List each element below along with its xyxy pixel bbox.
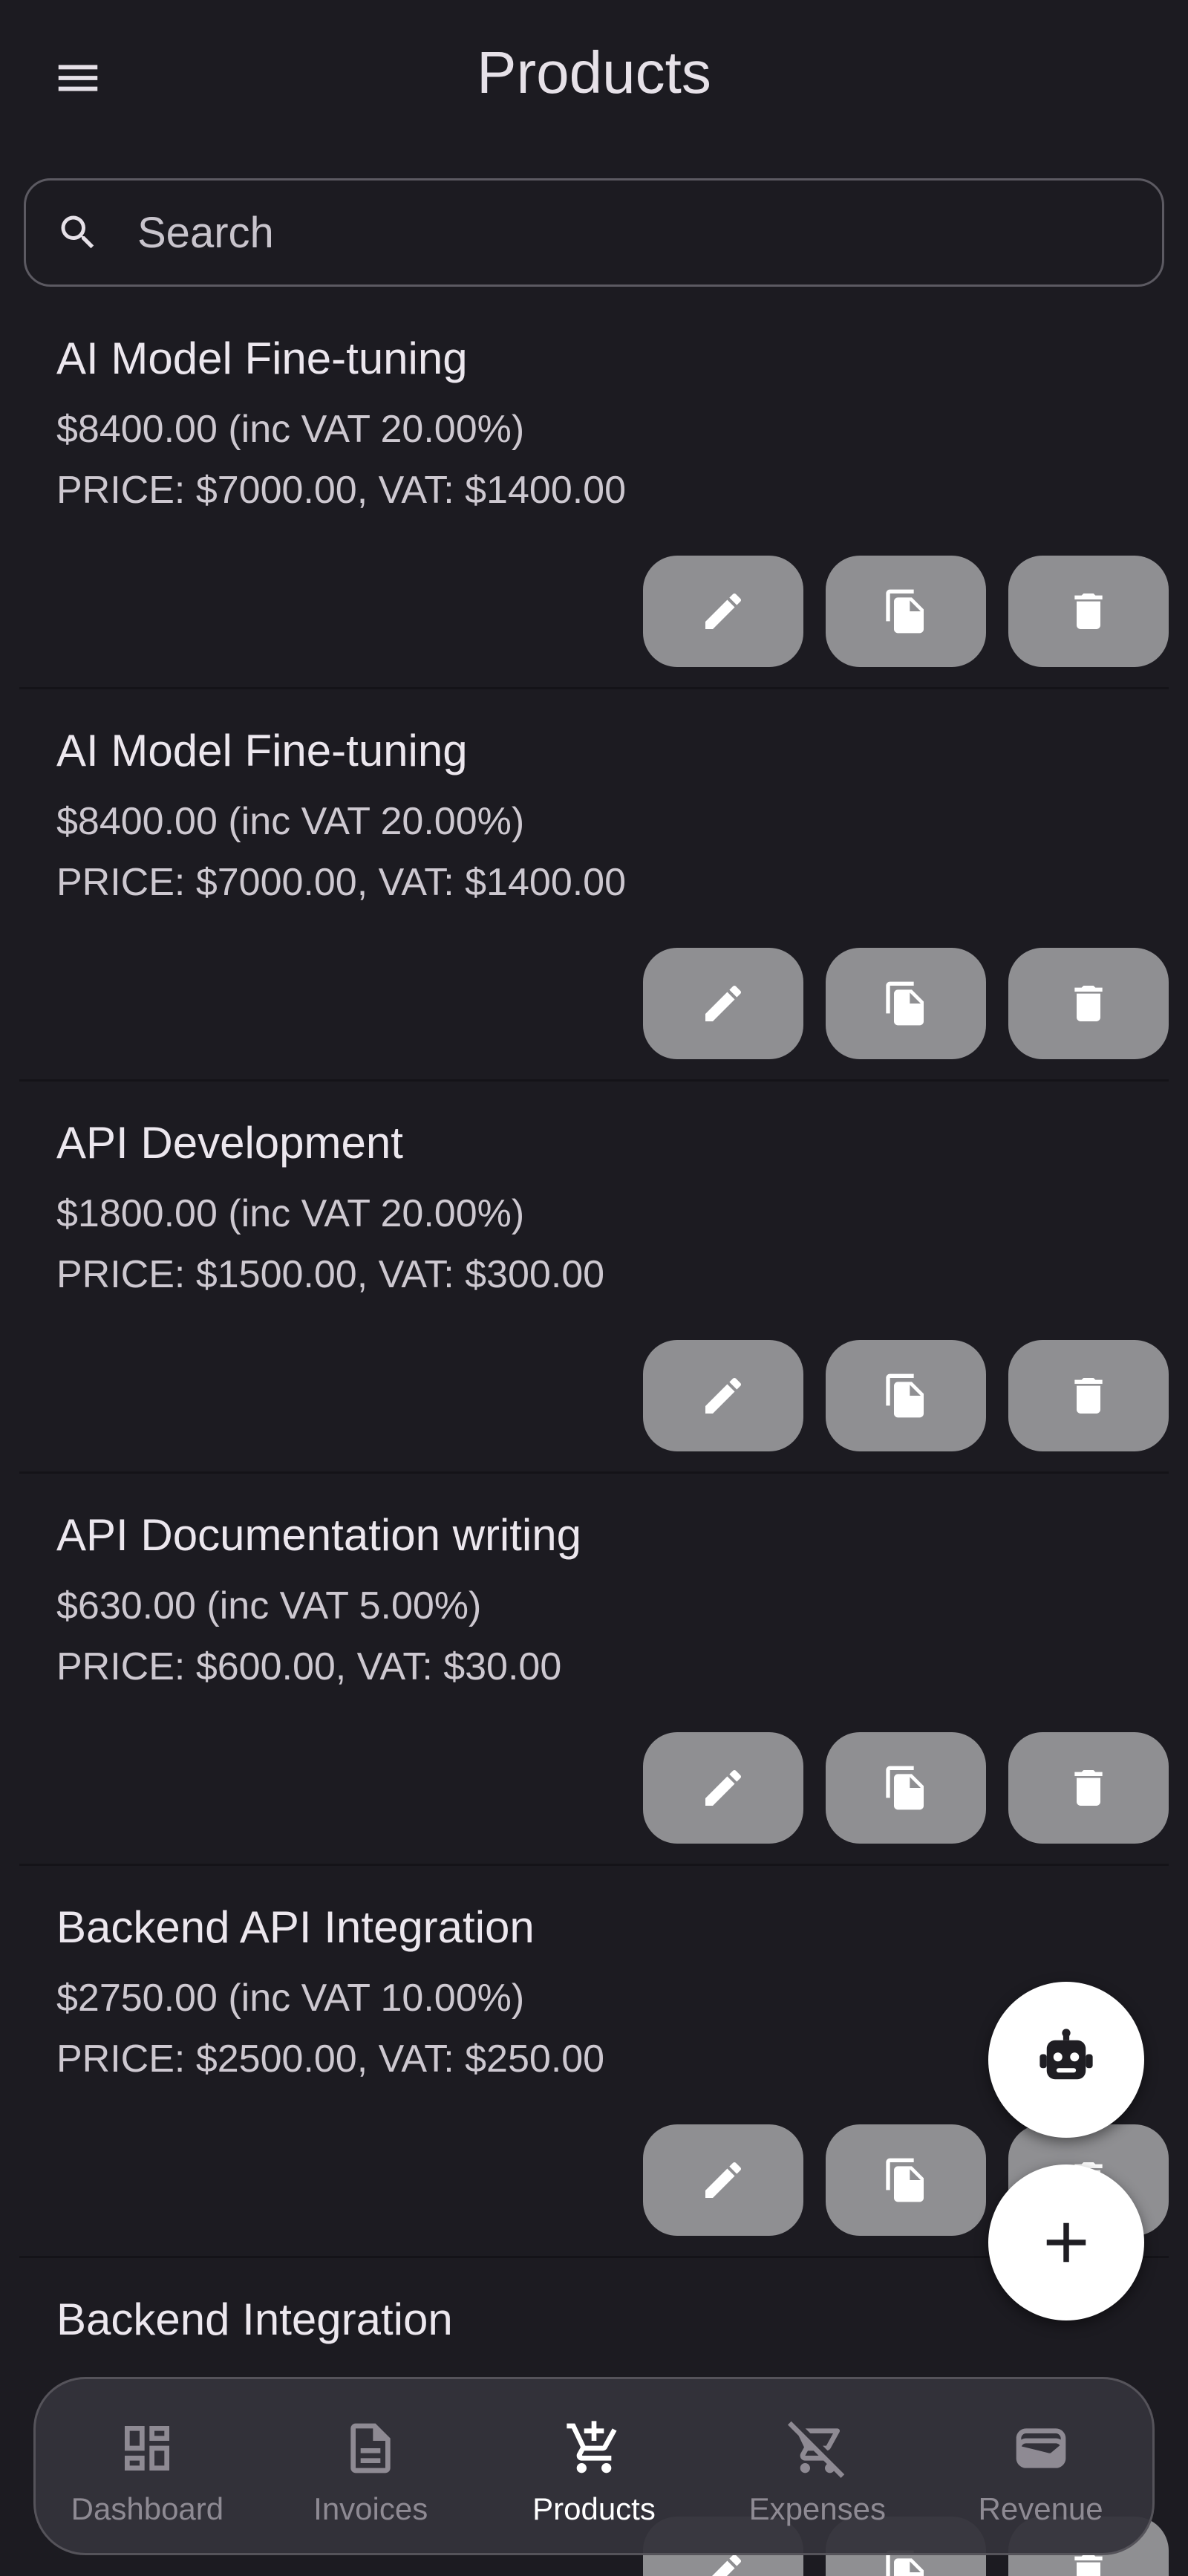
product-price-breakdown: PRICE: $600.00, VAT: $30.00	[56, 1645, 562, 1688]
product-gross-price: $8400.00 (inc VAT 20.00%)	[56, 408, 525, 451]
trash-icon	[1074, 593, 1103, 629]
wallet-icon	[1016, 2428, 1065, 2468]
duplicate-button[interactable]	[826, 556, 986, 667]
edit-button[interactable]	[643, 556, 803, 667]
product-name: API Development	[56, 1118, 403, 1168]
nav-item-expenses[interactable]: Expenses	[705, 2379, 929, 2553]
app-bar: Products	[0, 0, 1188, 156]
edit-icon	[705, 593, 742, 629]
nav-item-dashboard[interactable]: Dashboard	[36, 2379, 259, 2553]
cart-add-icon	[567, 2421, 617, 2473]
copy-icon	[886, 1373, 924, 1418]
edit-button[interactable]	[643, 948, 803, 1059]
product-actions	[643, 1340, 1169, 1451]
copy-icon	[886, 1766, 924, 1810]
edit-icon	[705, 2162, 742, 2198]
search-input[interactable]	[137, 207, 1103, 258]
ai-assistant-fab[interactable]	[988, 1982, 1144, 2138]
delete-button[interactable]	[1008, 1340, 1169, 1451]
copy-icon	[886, 2158, 924, 2202]
trash-icon	[1074, 1378, 1103, 1414]
product-gross-price: $630.00 (inc VAT 5.00%)	[56, 1584, 482, 1627]
delete-button[interactable]	[1008, 556, 1169, 667]
product-price-breakdown: PRICE: $7000.00, VAT: $1400.00	[56, 469, 627, 512]
product-card[interactable]: AI Model Fine-tuning $8400.00 (inc VAT 2…	[19, 297, 1169, 689]
product-gross-price: $1800.00 (inc VAT 20.00%)	[56, 1192, 525, 1235]
product-price-breakdown: PRICE: $2500.00, VAT: $250.00	[56, 2037, 605, 2081]
product-price-breakdown: PRICE: $1500.00, VAT: $300.00	[56, 1253, 605, 1296]
product-actions	[643, 1732, 1169, 1844]
search-icon	[61, 215, 94, 249]
nav-item-revenue[interactable]: Revenue	[929, 2379, 1152, 2553]
nav-label: Products	[532, 2491, 656, 2526]
delete-button[interactable]	[1008, 948, 1169, 1059]
products-screen: Products AI Model Fine-tuning $8400.00 (…	[0, 0, 1188, 2576]
product-card[interactable]: API Documentation writing $630.00 (inc V…	[19, 1474, 1169, 1866]
edit-icon	[705, 1769, 742, 1806]
product-price-breakdown: PRICE: $7000.00, VAT: $1400.00	[56, 861, 627, 904]
duplicate-button[interactable]	[826, 1732, 986, 1844]
trash-icon	[1074, 986, 1103, 1021]
duplicate-button[interactable]	[826, 948, 986, 1059]
add-product-fab[interactable]	[988, 2164, 1144, 2320]
product-card[interactable]: AI Model Fine-tuning $8400.00 (inc VAT 2…	[19, 689, 1169, 1082]
page-title: Products	[477, 39, 711, 105]
product-card[interactable]: API Development $1800.00 (inc VAT 20.00%…	[19, 1082, 1169, 1474]
edit-button[interactable]	[643, 1340, 803, 1451]
bottom-navigation: Dashboard Invoices Products Expenses Rev…	[33, 2377, 1155, 2555]
nav-item-products[interactable]: Products	[483, 2379, 706, 2553]
product-actions	[643, 948, 1169, 1059]
copy-icon	[886, 981, 924, 1026]
copy-icon	[886, 589, 924, 634]
duplicate-button[interactable]	[826, 1340, 986, 1451]
dashboard-icon	[125, 2426, 170, 2471]
invoice-icon	[350, 2423, 391, 2473]
nav-label: Expenses	[748, 2491, 887, 2526]
search-bar[interactable]	[24, 178, 1164, 287]
nav-label: Invoices	[313, 2491, 428, 2526]
plus-icon	[1046, 2222, 1086, 2263]
product-name: AI Model Fine-tuning	[56, 726, 468, 775]
trash-icon	[1074, 1770, 1103, 1806]
robot-icon	[1040, 2029, 1093, 2080]
nav-item-invoices[interactable]: Invoices	[259, 2379, 483, 2553]
product-name: Backend API Integration	[56, 1902, 535, 1952]
delete-button[interactable]	[1008, 1732, 1169, 1844]
nav-label: Revenue	[978, 2491, 1103, 2526]
product-gross-price: $2750.00 (inc VAT 10.00%)	[56, 1977, 525, 2020]
edit-button[interactable]	[643, 1732, 803, 1844]
nav-label: Dashboard	[71, 2491, 224, 2526]
edit-icon	[705, 985, 742, 1021]
product-actions	[643, 556, 1169, 667]
cart-off-icon	[787, 2421, 845, 2478]
product-name: Backend Integration	[56, 2294, 453, 2344]
product-name: API Documentation writing	[56, 1510, 581, 1560]
edit-button[interactable]	[643, 2124, 803, 2236]
edit-icon	[705, 1377, 742, 1414]
product-gross-price: $8400.00 (inc VAT 20.00%)	[56, 800, 525, 843]
product-name: AI Model Fine-tuning	[56, 334, 468, 383]
duplicate-button[interactable]	[826, 2124, 986, 2236]
